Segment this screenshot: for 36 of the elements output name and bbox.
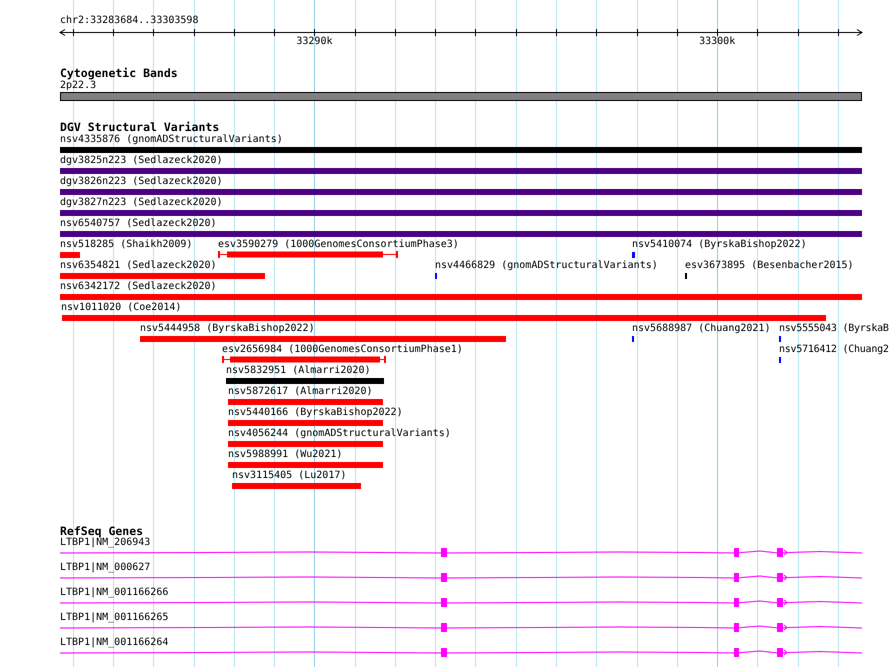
variant-label: nsv1011020 (Coe2014): [61, 303, 182, 313]
variant-label: dgv3827n223 (Sedlazeck2020): [60, 198, 223, 208]
variant-label: nsv5410074 (ByrskaBishop2022): [632, 240, 807, 250]
variant-label: nsv4056244 (gnomADStructuralVariants): [228, 429, 451, 439]
transcript-label: LTBP1|NM_206943: [60, 538, 150, 548]
location-label: chr2:33283684..33303598: [60, 16, 198, 26]
variant-label: nsv5988991 (Wu2021): [228, 450, 342, 460]
variant-label: nsv518285 (Shaikh2009): [60, 240, 192, 250]
variant-label: nsv5688987 (Chuang2021): [632, 324, 770, 334]
variant-label: esv3590279 (1000GenomesConsortiumPhase3): [218, 240, 459, 250]
variant-label: nsv5832951 (Almarri2020): [226, 366, 370, 376]
tick-label: 33290k: [296, 37, 332, 47]
band-label: 2p22.3: [60, 81, 96, 91]
variant-label: nsv5716412 (Chuang2: [779, 345, 889, 355]
transcript-label: LTBP1|NM_001166266: [60, 588, 168, 598]
variant-label: nsv4335876 (gnomADStructuralVariants): [60, 135, 283, 145]
variant-label: nsv3115405 (Lu2017): [232, 471, 346, 481]
track-title: RefSeq Genes: [60, 526, 144, 536]
variant-label: nsv5872617 (Almarri2020): [228, 387, 372, 397]
variant-label: esv2656984 (1000GenomesConsortiumPhase1): [222, 345, 463, 355]
variant-label: nsv6540757 (Sedlazeck2020): [60, 219, 217, 229]
variant-label: dgv3825n223 (Sedlazeck2020): [60, 156, 223, 166]
track-title: Cytogenetic Bands: [60, 68, 178, 78]
variant-label: nsv5440166 (ByrskaBishop2022): [228, 408, 403, 418]
transcript-label: LTBP1|NM_001166265: [60, 613, 168, 623]
track-title: DGV Structural Variants: [60, 122, 220, 132]
variant-label: dgv3826n223 (Sedlazeck2020): [60, 177, 223, 187]
variant-label: nsv6342172 (Sedlazeck2020): [60, 282, 217, 292]
variant-label: nsv6354821 (Sedlazeck2020): [60, 261, 217, 271]
transcript-label: LTBP1|NM_000627: [60, 563, 150, 573]
tick-label: 33300k: [699, 37, 736, 47]
variant-label: nsv4466829 (gnomADStructuralVariants): [435, 261, 658, 271]
transcript-label: LTBP1|NM_001166264: [60, 638, 168, 648]
variant-label: nsv5555043 (ByrskaB: [779, 324, 889, 334]
variant-label: esv3673895 (Besenbacher2015): [685, 261, 854, 271]
variant-label: nsv5444958 (ByrskaBishop2022): [140, 324, 315, 334]
